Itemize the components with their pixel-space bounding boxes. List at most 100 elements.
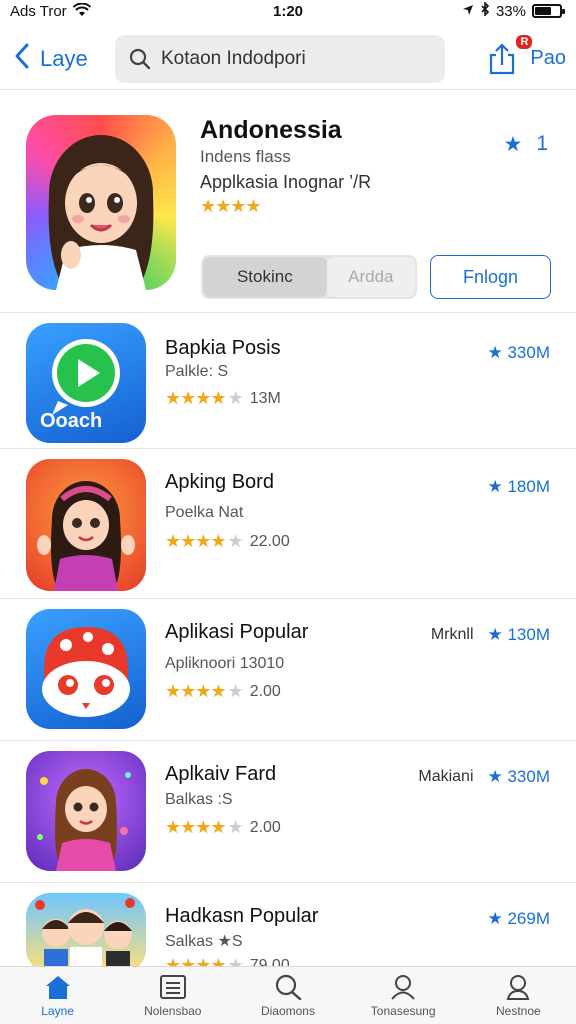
featured-app-icon[interactable] — [26, 115, 176, 290]
girl-character-icon — [37, 481, 135, 591]
app-icon-text: Ooach — [40, 410, 103, 432]
app-name: Apking Bord — [165, 471, 274, 493]
person-icon — [507, 974, 530, 1000]
rank-star-icon: ★ — [503, 133, 523, 156]
tab-label: Diaomons — [260, 1003, 315, 1018]
tab-diaomons[interactable]: Diaomons — [233, 974, 343, 1018]
app-right: Makiani ★ 330M — [418, 767, 550, 787]
rank-value: 1 — [536, 132, 548, 155]
status-right: 33% — [462, 1, 565, 20]
app-icon[interactable] — [26, 751, 146, 871]
tab-layne[interactable]: Layne — [3, 974, 113, 1018]
featured-app-developer: Indens flass — [200, 147, 291, 166]
status-left: Ads Tror — [10, 2, 91, 20]
carrier-label: Ads Tror — [10, 2, 67, 20]
app-rating: ★★★★ ★ 2.00 — [165, 681, 281, 702]
star-rating: ★★★★ — [165, 817, 227, 837]
rating-count: 2.00 — [249, 682, 281, 700]
featured-star-rating: ★★★★ — [200, 196, 262, 216]
rating-count: 13M — [249, 389, 281, 407]
star-rating: ★★★★ — [165, 681, 227, 701]
star-empty-icon: ★ — [227, 531, 244, 551]
app-size[interactable]: ★ 180M — [488, 477, 551, 497]
battery-icon — [532, 4, 565, 18]
app-size[interactable]: ★ 130M — [488, 625, 551, 645]
girl-sparkle-icon — [37, 769, 131, 871]
search-icon — [275, 974, 302, 1000]
tab-label: Tonasesung — [370, 1003, 436, 1018]
tab-label: Nolensbao — [144, 1003, 202, 1018]
app-icon[interactable]: Ooach — [26, 323, 146, 443]
notification-badge: R — [516, 34, 533, 49]
nav-right-link[interactable]: Pao — [530, 47, 566, 70]
featured-app-title: Andonessia — [200, 116, 342, 144]
tab-nolensbao[interactable]: Nolensbao — [118, 974, 228, 1018]
featured-app-category: Applkasia Inognar ’/R — [200, 172, 372, 192]
app-subtitle: Balkas :S — [165, 791, 233, 808]
app-right: ★ 269M — [488, 909, 551, 929]
app-icon[interactable] — [26, 609, 146, 729]
app-name: Aplikasi Popular — [165, 621, 309, 643]
status-bar: Ads Tror 1:20 33% — [0, 0, 576, 22]
list-item[interactable]: Ooach Bapkia Posis Palkle: S ★★★★ ★ 13M … — [0, 312, 576, 448]
wifi-icon — [72, 2, 91, 20]
chevron-left-icon — [14, 42, 30, 76]
cartoon-face-icon — [42, 627, 130, 717]
developer-label: Mrknll — [430, 626, 474, 643]
back-label: Laye — [40, 45, 88, 71]
featured-rank: ★ 1 — [503, 132, 548, 157]
share-icon — [490, 42, 515, 74]
star-empty-icon: ★ — [227, 388, 244, 408]
search-input[interactable]: Kotaon Indodpori — [115, 34, 445, 83]
app-size[interactable]: ★ 330M — [488, 767, 551, 787]
star-empty-icon: ★ — [227, 681, 244, 701]
app-rating: ★★★★ ★ 2.00 — [165, 817, 281, 838]
app-subtitle: Palkle: S — [165, 363, 229, 380]
girl-character-icon — [48, 135, 154, 290]
list-item[interactable]: Aplkaiv Fard Balkas :S ★★★★ ★ 2.00 Makia… — [0, 740, 576, 882]
app-name: Hadkasn Popular — [165, 905, 319, 927]
app-size[interactable]: ★ 269M — [488, 909, 551, 929]
app-subtitle: Poelka Nat — [165, 504, 244, 521]
app-name: Aplkaiv Fard — [165, 763, 277, 785]
tab-nestnoe[interactable]: Nestnoe — [463, 974, 573, 1018]
app-icon[interactable] — [26, 893, 146, 973]
rating-count: 2.00 — [249, 818, 281, 836]
segmented-control: Stokinc Ardda — [201, 255, 417, 299]
rating-count: 22.00 — [249, 532, 290, 550]
segment-stokinc[interactable]: Stokinc — [203, 257, 327, 297]
search-placeholder: Kotaon Indodpori — [161, 47, 306, 69]
app-size[interactable]: ★ 330M — [488, 343, 551, 363]
location-icon — [462, 3, 474, 20]
app-icon[interactable] — [26, 459, 146, 591]
app-name: Bapkia Posis — [165, 337, 281, 359]
bluetooth-icon — [480, 1, 490, 20]
app-right: ★ 330M — [488, 343, 551, 363]
tab-label: Nestnoe — [495, 1003, 541, 1018]
featured-app: Andonessia Indens flass Applkasia Inogna… — [0, 100, 576, 312]
battery-percent: 33% — [495, 2, 526, 20]
back-button[interactable]: Laye — [10, 42, 115, 76]
person-icon — [391, 974, 415, 1000]
share-button[interactable]: R — [488, 34, 533, 75]
app-subtitle: Apliknoori 13010 — [165, 655, 285, 672]
list-item[interactable]: Aplikasi Popular Apliknoori 13010 ★★★★ ★… — [0, 598, 576, 740]
star-empty-icon: ★ — [227, 817, 244, 837]
app-right: Mrknll ★ 130M — [431, 625, 550, 645]
star-rating: ★★★★ — [165, 531, 227, 551]
app-rating: ★★★★ ★ 13M — [165, 388, 281, 409]
search-icon — [129, 48, 151, 69]
list-item[interactable]: Apking Bord Poelka Nat ★★★★ ★ 22.00 ★ 18… — [0, 448, 576, 598]
home-icon — [45, 975, 70, 999]
get-button[interactable]: Fnlogn — [430, 255, 551, 299]
app-right: ★ 180M — [488, 477, 551, 497]
navigation-bar: Laye Kotaon Indodpori R Pao — [0, 28, 576, 90]
app-list: Ooach Bapkia Posis Palkle: S ★★★★ ★ 13M … — [0, 312, 576, 1024]
tab-tonasesung[interactable]: Tonasesung — [348, 974, 458, 1018]
star-rating: ★★★★ — [165, 388, 227, 408]
app-rating: ★★★★ ★ 22.00 — [165, 531, 290, 552]
segment-ardda[interactable]: Ardda — [326, 257, 415, 297]
tab-label: Layne — [41, 1003, 74, 1018]
tab-bar: Layne Nolensbao Diaomons Tonasesung Nest… — [0, 966, 576, 1024]
nav-right: R Pao — [488, 34, 566, 75]
